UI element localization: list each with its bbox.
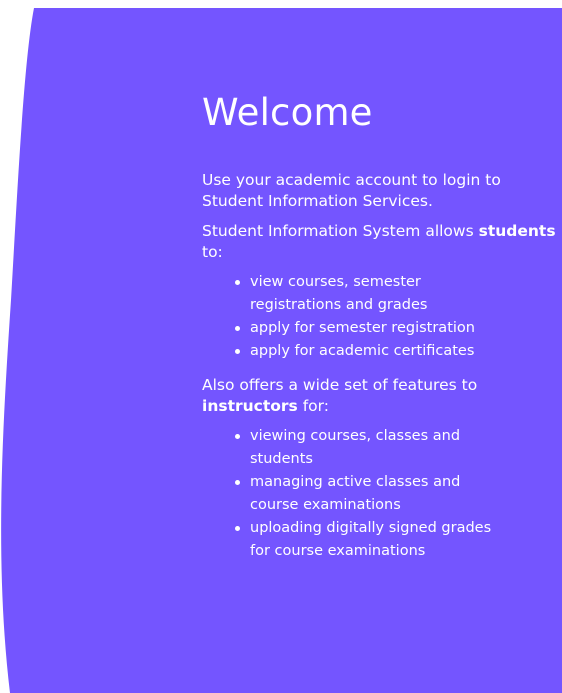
list-item: apply for academic certificates <box>235 340 512 363</box>
instructors-feature-list: viewing courses, classes and students ma… <box>202 425 562 563</box>
instructors-prefix: Also offers a wide set of features to <box>202 376 478 394</box>
list-item: managing active classes and course exami… <box>235 471 512 517</box>
students-prefix: Student Information System allows <box>202 222 479 240</box>
list-item: uploading digitally signed grades for co… <box>235 517 512 563</box>
list-item: viewing courses, classes and students <box>235 425 512 471</box>
instructors-intro: Also offers a wide set of features to in… <box>202 375 562 417</box>
instructors-suffix: for: <box>297 397 329 415</box>
students-feature-list: view courses, semester registrations and… <box>202 271 562 363</box>
students-bold: students <box>478 222 556 240</box>
students-intro: Student Information System allows studen… <box>202 221 562 263</box>
list-item: apply for semester registration <box>235 317 512 340</box>
intro-text: Use your academic account to login to St… <box>202 171 501 210</box>
instructors-bold: instructors <box>202 397 298 415</box>
students-suffix: to: <box>202 243 223 261</box>
list-item: view courses, semester registrations and… <box>235 271 512 317</box>
welcome-title: Welcome <box>202 91 373 134</box>
welcome-content: Welcome Use your academic account to log… <box>202 86 562 563</box>
